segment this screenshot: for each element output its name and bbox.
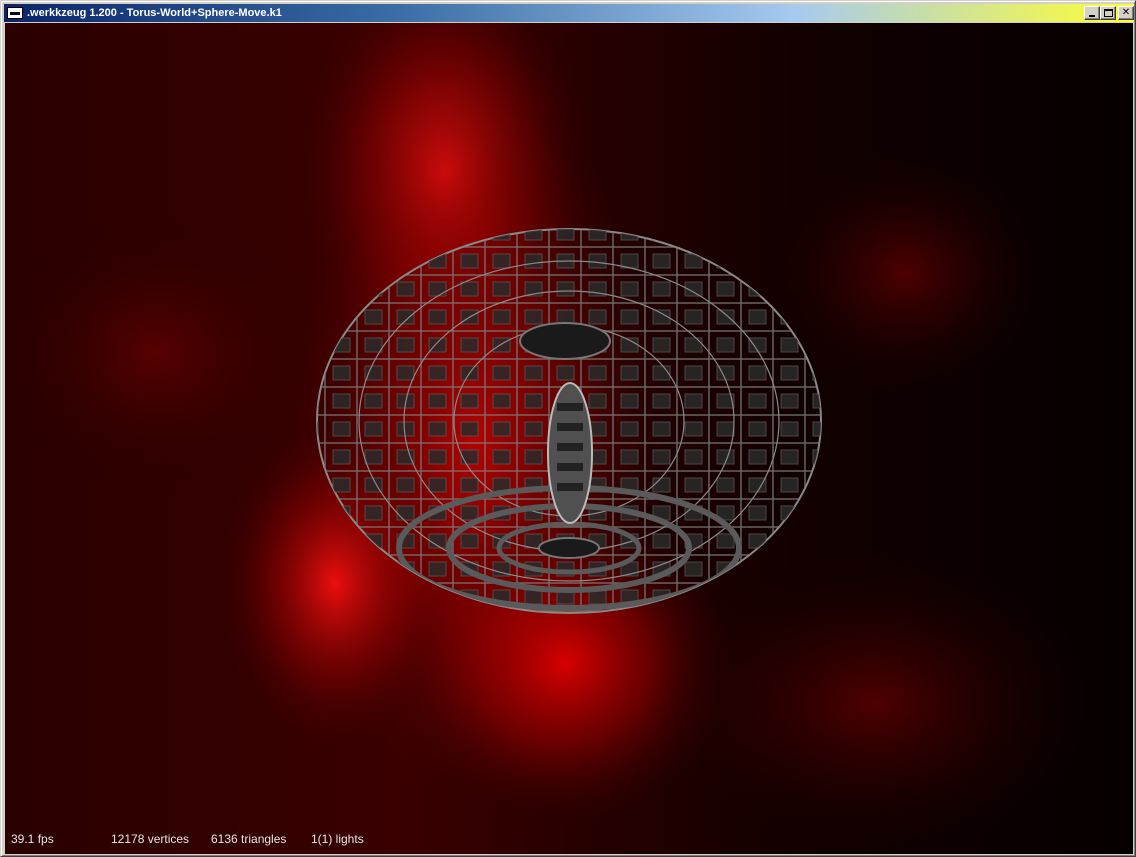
triangle-count: 6136 triangles <box>211 832 287 846</box>
close-icon: ✕ <box>1121 7 1131 18</box>
close-button[interactable]: ✕ <box>1118 6 1134 20</box>
minimize-icon <box>1089 15 1095 17</box>
console-window-icon[interactable] <box>7 7 23 19</box>
scene-render <box>5 23 1133 854</box>
render-viewport[interactable]: 39.1 fps 12178 vertices 6136 triangles 1… <box>5 23 1133 854</box>
title-bar[interactable]: .werkkzeug 1.200 - Torus-World+Sphere-Mo… <box>4 4 1134 22</box>
maximize-button[interactable] <box>1100 6 1116 20</box>
maximize-icon <box>1104 9 1113 17</box>
fps-readout: 39.1 fps <box>11 832 54 846</box>
window-title: .werkkzeug 1.200 - Torus-World+Sphere-Mo… <box>27 7 282 19</box>
status-bar: 39.1 fps 12178 vertices 6136 triangles 1… <box>5 832 1133 848</box>
app-window: .werkkzeug 1.200 - Torus-World+Sphere-Mo… <box>0 0 1136 857</box>
light-count: 1(1) lights <box>311 832 364 846</box>
nebula-streak <box>655 553 1095 853</box>
minimize-button[interactable] <box>1084 6 1100 20</box>
vertex-count: 12178 vertices <box>111 832 190 846</box>
